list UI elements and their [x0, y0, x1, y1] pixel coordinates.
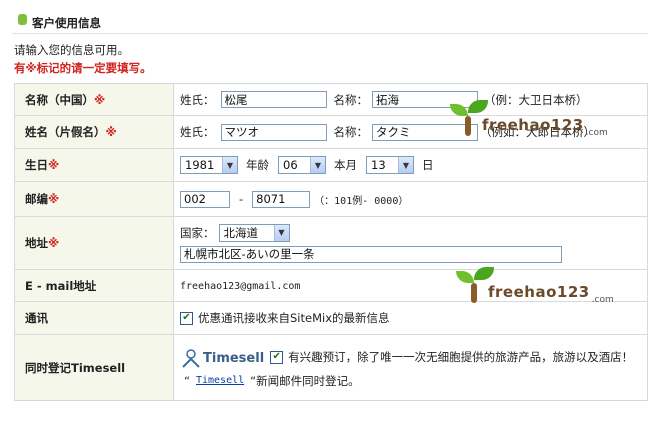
required-mark: ※: [94, 92, 106, 107]
postal-hint: （：101例- 0000）: [314, 195, 409, 207]
intro-text: 请输入您的信息可用。: [14, 43, 129, 57]
quote-open: “: [184, 373, 190, 388]
timesell-text: 有兴趣预订，除了唯一一次无细胞提供的旅游产品，旅游以及酒店！: [288, 349, 634, 364]
required-mark: ※: [48, 236, 60, 250]
required-note: 有※标记的请一定要填写。: [14, 61, 152, 75]
field-label: 姓名（片假名）※: [14, 115, 174, 149]
chevron-down-icon: ▼: [398, 157, 413, 173]
birth-day-select[interactable]: 13 ▼: [366, 156, 414, 174]
watermark-logo: freehao123 .com: [446, 100, 608, 140]
section-title: 客户使用信息: [32, 16, 101, 30]
surname-label: 姓氏：: [180, 125, 215, 139]
field-label: 邮编※: [14, 181, 174, 217]
row-address: 地址※ 国家： 北海道 ▼: [14, 216, 648, 270]
bullet-icon: [18, 14, 27, 25]
surname-kana-input[interactable]: [220, 123, 327, 141]
newsletter-text: 优惠通讯接收来自SiteMix的最新信息: [198, 311, 390, 325]
surname-label: 姓氏：: [180, 92, 215, 107]
day-label: 日: [422, 158, 434, 172]
surname-kanji-input[interactable]: [220, 91, 327, 108]
postal-code-part1-input[interactable]: [180, 190, 230, 208]
given-label: 名称：: [333, 92, 369, 107]
required-mark: ※: [48, 158, 60, 172]
row-birthday: 生日※ 1981 ▼ 年龄 06 ▼ 本月 13 ▼ 日: [14, 148, 648, 182]
field-label: E - mail地址: [14, 269, 174, 302]
field-label: 通讯: [14, 301, 174, 335]
field-label: 同时登记Timesell: [14, 334, 174, 401]
email-value: freehao123@gmail.com: [180, 281, 301, 292]
required-mark: ※: [48, 192, 60, 206]
field-label: 名称（中国）※: [14, 83, 174, 116]
birth-year-select[interactable]: 1981 ▼: [180, 156, 238, 174]
year-label: 年龄: [246, 158, 269, 172]
prefecture-select[interactable]: 北海道 ▼: [218, 223, 290, 242]
timesell-logo: Timesell: [180, 348, 264, 369]
field-label: 地址※: [14, 216, 174, 270]
postal-separator: -: [239, 192, 244, 206]
street-address-input[interactable]: [180, 245, 562, 263]
chevron-down-icon: ▼: [273, 224, 289, 241]
timesell-note: “新闻邮件同时登记。: [250, 373, 360, 388]
month-label: 本月: [334, 158, 357, 172]
section-header: 客户使用信息: [12, 10, 648, 34]
watermark-logo: freehao123 .com: [452, 267, 614, 307]
row-timesell: 同时登记Timesell Timesell ✔ 有兴趣预订，除了唯一一次无细胞提…: [14, 334, 648, 401]
postal-code-part2-input[interactable]: [252, 190, 311, 208]
chevron-down-icon: ▼: [222, 157, 237, 173]
tree-icon: [452, 267, 496, 307]
timesell-checkbox[interactable]: ✔: [270, 350, 284, 364]
prefecture-label: 国家：: [180, 225, 215, 240]
tree-icon: [446, 100, 490, 140]
row-postal: 邮编※ - （：101例- 0000）: [14, 181, 648, 217]
chevron-down-icon: ▼: [310, 157, 325, 173]
field-label: 生日※: [14, 148, 174, 182]
timesell-link[interactable]: Timesell: [196, 375, 244, 386]
birth-month-select[interactable]: 06 ▼: [278, 156, 326, 174]
given-label: 名称：: [333, 125, 369, 139]
required-mark: ※: [105, 125, 117, 139]
timesell-logo-icon: [182, 348, 200, 368]
newsletter-checkbox[interactable]: ✔: [180, 311, 193, 325]
